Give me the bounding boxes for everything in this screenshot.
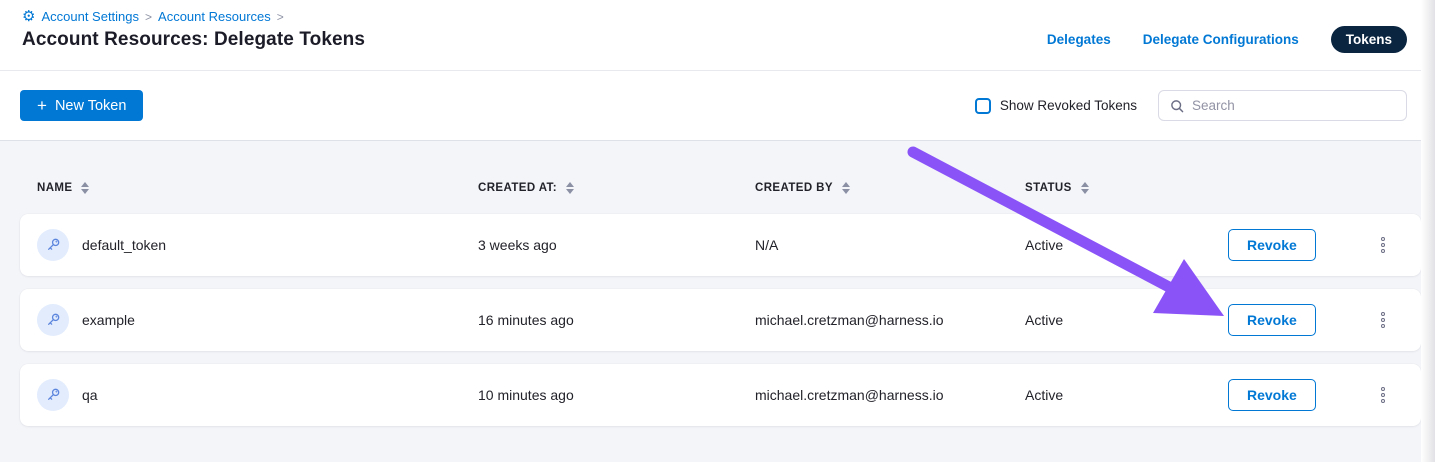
search-icon (1169, 98, 1185, 114)
show-revoked-label: Show Revoked Tokens (1000, 98, 1137, 113)
breadcrumb-link-account-settings[interactable]: Account Settings (41, 9, 139, 24)
column-header-status[interactable]: STATUS (1025, 182, 1228, 194)
sort-icon[interactable] (1081, 182, 1089, 194)
show-revoked-checkbox[interactable] (975, 98, 991, 114)
breadcrumb-link-account-resources[interactable]: Account Resources (158, 9, 271, 24)
token-name: default_token (82, 237, 166, 253)
column-header-label: CREATED AT: (478, 182, 557, 194)
column-header-label: STATUS (1025, 182, 1072, 194)
name-cell: example (37, 304, 478, 336)
nav-pill-tokens[interactable]: Tokens (1331, 26, 1407, 53)
delegate-tokens-page: ⚙ Account Settings > Account Resources >… (0, 0, 1435, 462)
created-at: 10 minutes ago (478, 387, 755, 403)
column-header-created-at[interactable]: CREATED AT: (478, 182, 755, 194)
toolbar-right: Show Revoked Tokens (975, 90, 1407, 121)
breadcrumb: ⚙ Account Settings > Account Resources > (22, 9, 365, 24)
revoke-button[interactable]: Revoke (1228, 379, 1316, 411)
plus-icon: + (37, 97, 47, 114)
page-title: Account Resources: Delegate Tokens (22, 29, 365, 51)
status-value: Active (1025, 237, 1228, 253)
search-box (1158, 90, 1407, 121)
header-left: ⚙ Account Settings > Account Resources >… (22, 0, 365, 70)
created-by: michael.cretzman@harness.io (755, 387, 1025, 403)
new-token-label: New Token (55, 98, 126, 114)
tokens-table: NAME CREATED AT: CREATED BY STATUS (0, 141, 1435, 462)
created-at: 3 weeks ago (478, 237, 755, 253)
breadcrumb-separator: > (277, 10, 284, 24)
token-key-icon (37, 379, 69, 411)
table-row-qa[interactable]: qa 10 minutes ago michael.cretzman@harne… (20, 364, 1421, 426)
page-header: ⚙ Account Settings > Account Resources >… (0, 0, 1435, 71)
created-by: michael.cretzman@harness.io (755, 312, 1025, 328)
created-at: 16 minutes ago (478, 312, 755, 328)
settings-gear-icon: ⚙ (22, 9, 35, 24)
column-header-name[interactable]: NAME (37, 182, 478, 194)
sort-icon[interactable] (842, 182, 850, 194)
column-header-label: NAME (37, 182, 72, 194)
scrollbar-track[interactable] (1421, 0, 1435, 462)
toolbar: + New Token Show Revoked Tokens (0, 71, 1435, 141)
token-name: qa (82, 387, 98, 403)
sort-icon[interactable] (566, 182, 574, 194)
revoke-button[interactable]: Revoke (1228, 304, 1316, 336)
status-value: Active (1025, 387, 1228, 403)
token-key-icon (37, 229, 69, 261)
show-revoked-toggle[interactable]: Show Revoked Tokens (975, 98, 1137, 114)
kebab-menu-icon[interactable] (1377, 308, 1389, 332)
created-by: N/A (755, 237, 1025, 253)
table-row-default-token[interactable]: default_token 3 weeks ago N/A Active Rev… (20, 214, 1421, 276)
revoke-button[interactable]: Revoke (1228, 229, 1316, 261)
column-header-created-by[interactable]: CREATED BY (755, 182, 1025, 194)
name-cell: qa (37, 379, 478, 411)
table-body: default_token 3 weeks ago N/A Active Rev… (20, 214, 1421, 426)
kebab-menu-icon[interactable] (1377, 383, 1389, 407)
table-row-example[interactable]: example 16 minutes ago michael.cretzman@… (20, 289, 1421, 351)
token-key-icon (37, 304, 69, 336)
sort-icon[interactable] (81, 182, 89, 194)
new-token-button[interactable]: + New Token (20, 90, 143, 121)
nav-link-delegates[interactable]: Delegates (1047, 32, 1111, 47)
breadcrumb-separator: > (145, 10, 152, 24)
table-header-row: NAME CREATED AT: CREATED BY STATUS (20, 173, 1421, 203)
header-nav: Delegates Delegate Configurations Tokens (1047, 0, 1407, 70)
name-cell: default_token (37, 229, 478, 261)
status-value: Active (1025, 312, 1228, 328)
nav-link-delegate-configurations[interactable]: Delegate Configurations (1143, 32, 1299, 47)
search-input[interactable] (1192, 98, 1396, 113)
token-name: example (82, 312, 135, 328)
column-header-label: CREATED BY (755, 182, 833, 194)
kebab-menu-icon[interactable] (1377, 233, 1389, 257)
